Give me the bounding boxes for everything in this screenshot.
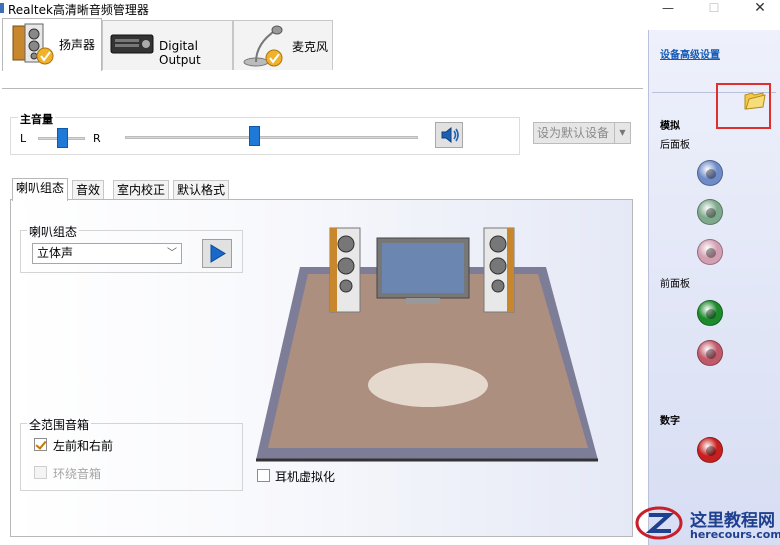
digital-output-icon (110, 34, 154, 54)
digital-jack[interactable] (697, 437, 723, 463)
headphone-virtualization-label: 耳机虚拟化 (275, 470, 336, 484)
surround-label: 环绕音箱 (53, 467, 102, 481)
set-default-device-button[interactable]: 设为默认设备 ▼ (533, 122, 631, 144)
headphone-virtualization-checkbox[interactable] (257, 469, 270, 482)
digital-header: 数字 (660, 416, 680, 427)
play-test-button[interactable] (202, 239, 232, 268)
title-bar: Realtek高清晰音频管理器 — ☐ ✕ (0, 0, 780, 18)
watermark-logo (635, 506, 683, 540)
tab-room-correction[interactable]: 室内校正 (113, 180, 170, 200)
close-button[interactable]: ✕ (737, 0, 780, 18)
app-icon (0, 3, 4, 13)
back-panel-label: 后面板 (660, 140, 690, 151)
balance-left-label: L (20, 132, 27, 145)
minimize-button[interactable]: — (645, 0, 691, 18)
window-title: Realtek高清晰音频管理器 (8, 3, 149, 17)
balance-slider[interactable] (56, 128, 68, 148)
speaker-volume-icon (441, 126, 459, 144)
speaker-config-title: 喇叭组态 (27, 223, 80, 240)
tab-default-format[interactable]: 默认格式 (173, 180, 230, 200)
front-jack-pink[interactable] (697, 340, 723, 366)
tab-sound-effects[interactable]: 音效 (72, 180, 105, 200)
volume-track (125, 136, 418, 139)
speaker-icon (12, 23, 54, 65)
front-jack-green[interactable] (697, 300, 723, 326)
tab-speaker-config[interactable]: 喇叭组态 (12, 178, 69, 201)
mute-button[interactable] (435, 122, 463, 148)
back-jack-pink[interactable] (697, 239, 723, 265)
back-jack-blue[interactable] (697, 160, 723, 186)
speaker-config-select[interactable]: 立体声 ﹀ (32, 243, 182, 264)
tab-digital-output[interactable]: Digital Output (102, 20, 233, 70)
tab-speakers[interactable]: 扬声器 (2, 18, 102, 71)
tab-speakers-label: 扬声器 (59, 38, 96, 52)
left-speaker (329, 227, 361, 313)
balance-right-label: R (93, 132, 101, 145)
front-panel-label: 前面板 (660, 279, 690, 290)
chevron-down-icon[interactable]: ▼ (614, 123, 630, 143)
maximize-button[interactable]: ☐ (691, 0, 737, 18)
surround-checkbox[interactable] (34, 466, 47, 479)
microphone-icon (243, 25, 283, 67)
tab-microphone-label: 麦克风 (292, 40, 329, 54)
speaker-room-illustration (256, 227, 598, 462)
folder-icon[interactable] (743, 89, 767, 111)
back-jack-green[interactable] (697, 199, 723, 225)
front-lr-checkbox[interactable] (34, 438, 47, 451)
advanced-settings-link[interactable]: 设备高级设置 (660, 46, 720, 61)
main-volume-title: 主音量 (18, 111, 55, 127)
front-lr-label: 左前和右前 (53, 439, 114, 453)
play-icon (210, 244, 226, 263)
tab-digital-output-label: Digital Output (159, 39, 201, 67)
set-default-device-label: 设为默认设备 (537, 126, 610, 140)
watermark-url: herecours.com (690, 528, 780, 541)
monitor (376, 237, 470, 304)
right-speaker (483, 227, 515, 313)
speaker-config-value: 立体声 (37, 246, 74, 260)
chevron-down-icon: ﹀ (167, 248, 177, 259)
analog-header: 模拟 (660, 121, 680, 132)
tab-microphone[interactable]: 麦克风 (233, 20, 333, 70)
volume-slider[interactable] (248, 126, 260, 146)
fullrange-title: 全范围音箱 (27, 416, 92, 433)
